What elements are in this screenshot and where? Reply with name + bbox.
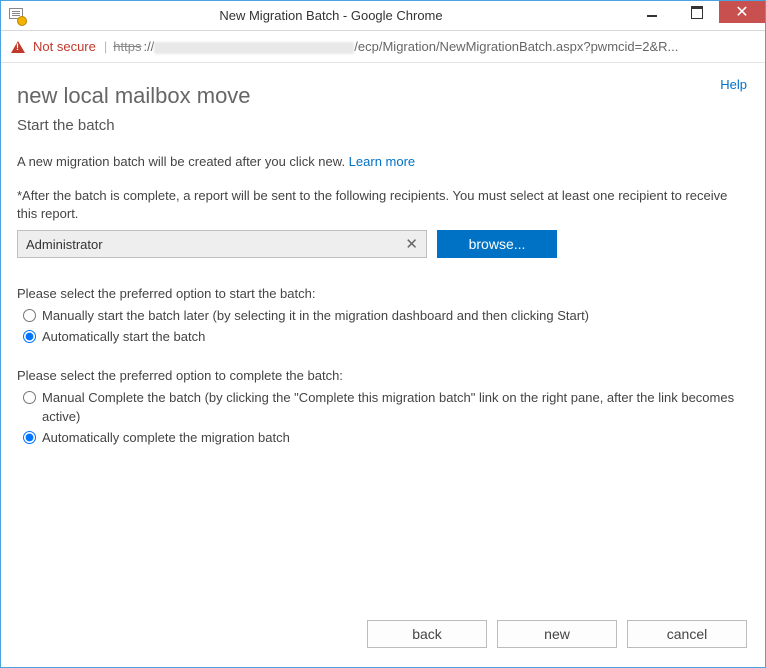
intro-text: A new migration batch will be created af… <box>17 154 749 169</box>
maximize-button[interactable] <box>674 1 719 23</box>
window-titlebar: New Migration Batch - Google Chrome ✕ <box>1 1 765 31</box>
back-button[interactable]: back <box>367 620 487 648</box>
start-auto-option[interactable]: Automatically start the batch <box>23 328 749 346</box>
warning-icon <box>11 41 25 53</box>
browse-button[interactable]: browse... <box>437 230 557 258</box>
new-button[interactable]: new <box>497 620 617 648</box>
recipient-row: Administrator ✕ browse... <box>17 230 749 258</box>
recipient-label: *After the batch is complete, a report w… <box>17 187 749 222</box>
recipient-value: Administrator <box>26 237 401 252</box>
app-icon <box>7 6 27 26</box>
cancel-button[interactable]: cancel <box>627 620 747 648</box>
minimize-button[interactable] <box>629 1 674 23</box>
not-secure-label: Not secure <box>33 39 96 54</box>
complete-section-label: Please select the preferred option to co… <box>17 368 749 383</box>
learn-more-link[interactable]: Learn more <box>349 154 415 169</box>
start-section-label: Please select the preferred option to st… <box>17 286 749 301</box>
complete-manual-radio[interactable] <box>23 391 36 404</box>
address-bar: Not secure | https://hidden/ecp/Migratio… <box>1 31 765 63</box>
help-link[interactable]: Help <box>720 77 747 92</box>
recipient-input[interactable]: Administrator ✕ <box>17 230 427 258</box>
start-auto-radio[interactable] <box>23 330 36 343</box>
start-radio-group: Manually start the batch later (by selec… <box>17 307 749 346</box>
url-display[interactable]: https://hidden/ecp/Migration/NewMigratio… <box>113 39 678 54</box>
start-manual-option[interactable]: Manually start the batch later (by selec… <box>23 307 749 325</box>
content-area: Help new local mailbox move Start the ba… <box>1 63 765 615</box>
page-subtitle: Start the batch <box>17 117 749 134</box>
window-controls: ✕ <box>629 1 765 30</box>
complete-manual-option[interactable]: Manual Complete the batch (by clicking t… <box>23 389 749 425</box>
addr-divider: | <box>104 39 107 54</box>
complete-auto-radio[interactable] <box>23 431 36 444</box>
start-manual-radio[interactable] <box>23 309 36 322</box>
footer-buttons: back new cancel <box>1 615 765 667</box>
complete-radio-group: Manual Complete the batch (by clicking t… <box>17 389 749 447</box>
close-button[interactable]: ✕ <box>719 1 765 23</box>
page-title: new local mailbox move <box>17 83 749 109</box>
clear-recipient-icon[interactable]: ✕ <box>401 235 422 253</box>
complete-auto-option[interactable]: Automatically complete the migration bat… <box>23 429 749 447</box>
window-title: New Migration Batch - Google Chrome <box>33 8 629 23</box>
